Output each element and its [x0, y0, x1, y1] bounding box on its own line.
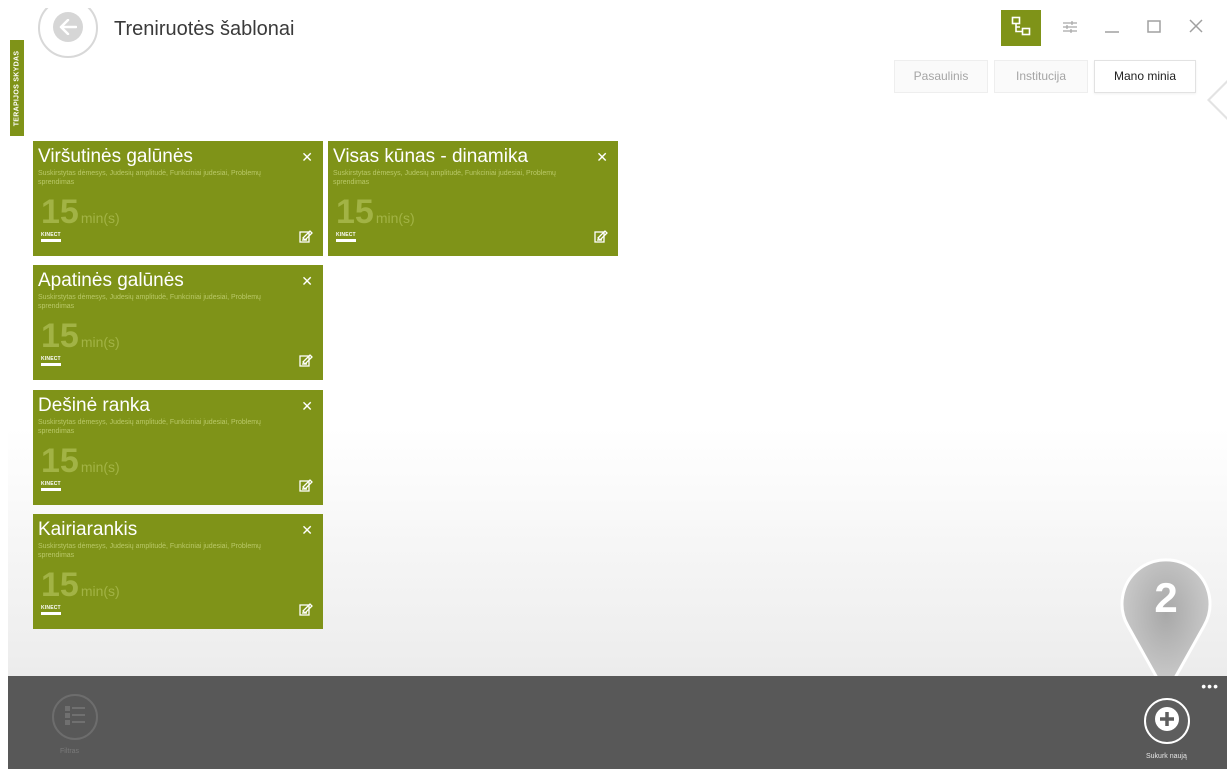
kinect-icon: KINECT [336, 232, 356, 242]
right-panel-handle[interactable] [1207, 80, 1227, 120]
duration-unit: min(s) [80, 334, 120, 350]
template-card[interactable]: Visas kūnas - dinamika Suskirstytas dėme… [328, 141, 618, 256]
duration-unit: min(s) [80, 583, 120, 599]
card-duration: 15 min(s) [41, 317, 120, 356]
card-title: Apatinės galūnės [38, 270, 184, 291]
filter-button[interactable] [52, 694, 98, 740]
tree-structure-icon [1011, 16, 1031, 41]
card-title: Dešinė ranka [38, 395, 150, 416]
maximize-button[interactable] [1133, 10, 1175, 46]
edit-note-icon [299, 354, 313, 371]
device-label: KINECT [41, 605, 61, 611]
edit-note-icon [299, 479, 313, 496]
card-edit-button[interactable] [299, 478, 313, 497]
filter-label: Filtras [60, 748, 80, 755]
device-label: KINECT [41, 356, 61, 362]
back-button[interactable] [38, 8, 98, 58]
card-edit-button[interactable] [299, 602, 313, 621]
template-card[interactable]: Kairiarankis Suskirstytas dėmesys, Judes… [33, 514, 323, 629]
tab-my-crowd[interactable]: Mano minia [1094, 60, 1196, 93]
template-card[interactable]: Viršutinės galūnės Suskirstytas dėmesys,… [33, 141, 323, 256]
duration-unit: min(s) [80, 459, 120, 475]
app-window: TERAPIJOS SKYDAS Treniruotės šablonai Pa… [8, 8, 1227, 769]
device-label: KINECT [336, 232, 356, 238]
card-description: Suskirstytas dėmesys, Judesių amplitudė,… [38, 294, 261, 310]
tree-view-button[interactable] [1001, 10, 1041, 46]
kinect-icon: KINECT [41, 356, 61, 366]
card-delete-button[interactable]: ✕ [301, 522, 313, 539]
minimize-button[interactable] [1091, 10, 1133, 46]
edit-note-icon [299, 603, 313, 620]
close-icon [1188, 18, 1204, 39]
more-options-button[interactable]: ••• [1201, 678, 1219, 694]
device-label: KINECT [41, 232, 61, 238]
card-delete-button[interactable]: ✕ [301, 398, 313, 415]
card-edit-button[interactable] [299, 229, 313, 248]
card-delete-button[interactable]: ✕ [301, 273, 313, 290]
card-description: Suskirstytas dėmesys, Judesių amplitudė,… [38, 419, 261, 435]
card-duration: 15 min(s) [336, 193, 415, 232]
card-description: Suskirstytas dėmesys, Judesių amplitudė,… [38, 170, 261, 186]
maximize-icon [1146, 18, 1162, 39]
duration-value: 15 [336, 193, 374, 231]
therapy-panel-tab-label: TERAPIJOS SKYDAS [13, 50, 21, 126]
list-filter-icon [64, 704, 86, 731]
callout-number: 2 [1154, 574, 1177, 621]
card-duration: 15 min(s) [41, 566, 120, 605]
duration-value: 15 [41, 317, 79, 355]
edit-note-icon [594, 230, 608, 247]
card-title: Viršutinės galūnės [38, 146, 193, 167]
close-window-button[interactable] [1175, 10, 1217, 46]
template-card[interactable]: Apatinės galūnės Suskirstytas dėmesys, J… [33, 265, 323, 380]
kinect-icon: KINECT [41, 605, 61, 615]
kinect-icon: KINECT [41, 481, 61, 491]
duration-unit: min(s) [80, 210, 120, 226]
duration-value: 15 [41, 442, 79, 480]
create-new-label: Sukurk naują [1146, 753, 1187, 760]
tab-global[interactable]: Pasaulinis [894, 60, 988, 93]
x-icon: ✕ [301, 522, 313, 538]
kinect-icon: KINECT [41, 232, 61, 242]
card-duration: 15 min(s) [41, 442, 120, 481]
sliders-icon [1062, 18, 1078, 39]
settings-button[interactable] [1049, 10, 1091, 46]
card-edit-button[interactable] [299, 353, 313, 372]
minimize-icon [1104, 18, 1120, 39]
card-delete-button[interactable]: ✕ [301, 149, 313, 166]
arrow-left-icon [53, 12, 83, 42]
tab-institution[interactable]: Institucija [994, 60, 1088, 93]
x-icon: ✕ [301, 398, 313, 414]
x-icon: ✕ [596, 149, 608, 165]
bottom-app-bar: ••• Filtras Sukurk naują [8, 676, 1227, 769]
x-icon: ✕ [301, 273, 313, 289]
window-controls [1001, 10, 1217, 46]
card-title: Kairiarankis [38, 519, 138, 540]
card-duration: 15 min(s) [41, 193, 120, 232]
duration-value: 15 [41, 193, 79, 231]
duration-unit: min(s) [375, 210, 415, 226]
template-card[interactable]: Dešinė ranka Suskirstytas dėmesys, Judes… [33, 390, 323, 505]
card-edit-button[interactable] [594, 229, 608, 248]
therapy-panel-tab[interactable]: TERAPIJOS SKYDAS [10, 40, 24, 136]
card-description: Suskirstytas dėmesys, Judesių amplitudė,… [333, 170, 556, 186]
card-description: Suskirstytas dėmesys, Judesių amplitudė,… [38, 543, 261, 559]
device-label: KINECT [41, 481, 61, 487]
page-title: Treniruotės šablonai [114, 18, 295, 40]
plus-icon [1154, 706, 1180, 737]
duration-value: 15 [41, 566, 79, 604]
card-title: Visas kūnas - dinamika [333, 146, 529, 167]
edit-note-icon [299, 230, 313, 247]
scope-tabs: Pasaulinis Institucija Mano minia [894, 60, 1196, 93]
create-new-button[interactable] [1144, 698, 1190, 744]
x-icon: ✕ [301, 149, 313, 165]
card-delete-button[interactable]: ✕ [596, 149, 608, 166]
